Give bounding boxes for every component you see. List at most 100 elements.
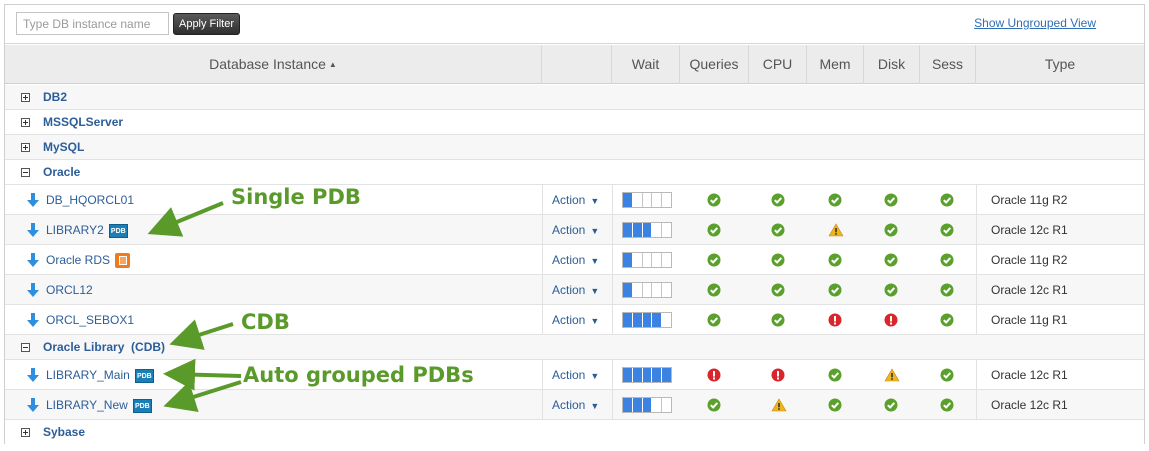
action-label[interactable]: Action xyxy=(552,313,585,327)
group-label-oracle[interactable]: Oracle xyxy=(43,160,80,185)
wait-bar-segment xyxy=(643,283,653,297)
wait-bar xyxy=(622,252,672,268)
group-row-mysql[interactable]: MySQL xyxy=(5,135,1144,160)
wait-bar-segment xyxy=(662,253,671,267)
wait-bar-segment xyxy=(652,253,663,267)
instance-name-label[interactable]: Oracle RDS xyxy=(46,253,110,267)
mem-ok-check-icon xyxy=(828,193,842,207)
action-label[interactable]: Action xyxy=(552,283,585,297)
group-label-oracle-library[interactable]: Oracle Library (CDB) xyxy=(43,335,165,360)
db-instance-filter-input[interactable] xyxy=(16,12,169,35)
collapse-icon[interactable] xyxy=(21,168,30,177)
queries-ok-check-icon xyxy=(707,283,721,297)
action-dropdown[interactable]: Action ▼ xyxy=(552,305,599,335)
disk-ok-check-icon xyxy=(884,398,898,412)
group-label-db2[interactable]: DB2 xyxy=(43,85,67,110)
instance-name[interactable]: ORCL12 xyxy=(46,275,93,305)
queries-ok-check-icon xyxy=(707,398,721,412)
group-row-mssql[interactable]: MSSQLServer xyxy=(5,110,1144,135)
group-label-mssql[interactable]: MSSQLServer xyxy=(43,110,123,135)
show-ungrouped-view-link[interactable]: Show Ungrouped View xyxy=(974,16,1096,30)
divider xyxy=(976,245,977,275)
expand-icon[interactable] xyxy=(21,118,30,127)
table-row[interactable]: LIBRARY2 PDB Action ▼ Oracle 12c R1 xyxy=(5,215,1144,245)
action-dropdown[interactable]: Action ▼ xyxy=(552,215,599,245)
instance-name-label[interactable]: LIBRARY_New xyxy=(46,398,128,412)
instance-name-label[interactable]: ORCL12 xyxy=(46,283,93,297)
queries-ok-check-icon xyxy=(707,253,721,267)
disk-ok-check-icon xyxy=(884,193,898,207)
expand-icon[interactable] xyxy=(21,143,30,152)
column-header-instance[interactable]: Database Instance ▲ xyxy=(5,45,542,84)
action-dropdown[interactable]: Action ▼ xyxy=(552,185,599,215)
queries-error-alert-icon xyxy=(707,368,721,382)
wait-bar-segment xyxy=(652,398,663,412)
column-header-action xyxy=(542,45,612,84)
caret-down-icon: ▼ xyxy=(590,256,600,266)
apply-filter-button[interactable]: Apply Filter xyxy=(173,13,240,35)
action-dropdown[interactable]: Action ▼ xyxy=(552,360,599,390)
instance-name-label[interactable]: ORCL_SEBOX1 xyxy=(46,313,134,327)
column-header-mem[interactable]: Mem xyxy=(807,45,864,84)
action-dropdown[interactable]: Action ▼ xyxy=(552,390,599,420)
action-label[interactable]: Action xyxy=(552,253,585,267)
group-row-oracle[interactable]: Oracle xyxy=(5,160,1144,185)
instance-name-label[interactable]: DB_HQORCL01 xyxy=(46,193,134,207)
wait-bar xyxy=(622,192,672,208)
instance-name[interactable]: DB_HQORCL01 xyxy=(46,185,134,215)
expand-icon[interactable] xyxy=(21,93,30,102)
action-dropdown[interactable]: Action ▼ xyxy=(552,275,599,305)
table-row[interactable]: ORCL_SEBOX1 Action ▼ Oracle 11g R1 xyxy=(5,305,1144,335)
column-header-sess[interactable]: Sess xyxy=(920,45,976,84)
instance-name-label[interactable]: LIBRARY_Main xyxy=(46,368,130,382)
divider xyxy=(542,215,543,245)
instance-type: Oracle 12c R1 xyxy=(991,283,1068,297)
mem-ok-check-icon xyxy=(828,253,842,267)
column-header-cpu[interactable]: CPU xyxy=(749,45,807,84)
column-header-wait[interactable]: Wait xyxy=(612,45,680,84)
table-row[interactable]: Oracle RDS Action ▼ Oracle 11g R2 xyxy=(5,245,1144,275)
table-row[interactable]: ORCL12 Action ▼ Oracle 12c R1 xyxy=(5,275,1144,305)
column-header-type[interactable]: Type xyxy=(976,45,1144,84)
wait-bar-segment xyxy=(623,193,633,207)
instance-name-label[interactable]: LIBRARY2 xyxy=(46,223,104,237)
group-row-oracle-library[interactable]: Oracle Library (CDB) xyxy=(5,335,1144,360)
caret-down-icon: ▼ xyxy=(590,371,600,381)
instance-name[interactable]: LIBRARY_Main PDB xyxy=(46,360,154,390)
divider xyxy=(976,360,977,390)
column-header-queries[interactable]: Queries xyxy=(680,45,749,84)
divider xyxy=(542,185,543,215)
instance-name[interactable]: Oracle RDS xyxy=(46,245,131,275)
wait-bar-segment xyxy=(652,223,663,237)
group-row-db2[interactable]: DB2 xyxy=(5,85,1144,110)
collapse-icon[interactable] xyxy=(21,343,30,352)
expand-icon[interactable] xyxy=(21,428,30,437)
divider xyxy=(612,215,613,245)
wait-bar-segment xyxy=(642,223,653,237)
action-dropdown[interactable]: Action ▼ xyxy=(552,245,599,275)
instance-type: Oracle 12c R1 xyxy=(991,223,1068,237)
mem-error-alert-icon xyxy=(828,313,842,327)
group-row-sybase[interactable]: Sybase xyxy=(5,420,1144,445)
arrow-down-icon xyxy=(27,193,39,207)
group-label-mysql[interactable]: MySQL xyxy=(43,135,84,160)
arrow-down-icon xyxy=(27,313,39,327)
wait-bar-segment xyxy=(642,368,653,382)
pdb-icon: PDB xyxy=(134,368,154,383)
table-row[interactable]: DB_HQORCL01 Action ▼ Oracle 11g R2 xyxy=(5,185,1144,215)
action-label[interactable]: Action xyxy=(552,368,585,382)
column-header-disk[interactable]: Disk xyxy=(864,45,920,84)
instance-name[interactable]: LIBRARY_New PDB xyxy=(46,390,152,420)
action-label[interactable]: Action xyxy=(552,193,585,207)
table-row[interactable]: LIBRARY_Main PDB Action ▼ Oracle 12c R1 xyxy=(5,360,1144,390)
wait-bar-segment xyxy=(662,398,671,412)
table-row[interactable]: LIBRARY_New PDB Action ▼ Oracle 12c R1 xyxy=(5,390,1144,420)
action-label[interactable]: Action xyxy=(552,223,585,237)
group-label-sybase[interactable]: Sybase xyxy=(43,420,85,445)
wait-bar-segment xyxy=(662,368,671,382)
instance-name[interactable]: ORCL_SEBOX1 xyxy=(46,305,134,335)
mem-ok-check-icon xyxy=(828,398,842,412)
queries-ok-check-icon xyxy=(707,223,721,237)
action-label[interactable]: Action xyxy=(552,398,585,412)
instance-name[interactable]: LIBRARY2 PDB xyxy=(46,215,128,245)
